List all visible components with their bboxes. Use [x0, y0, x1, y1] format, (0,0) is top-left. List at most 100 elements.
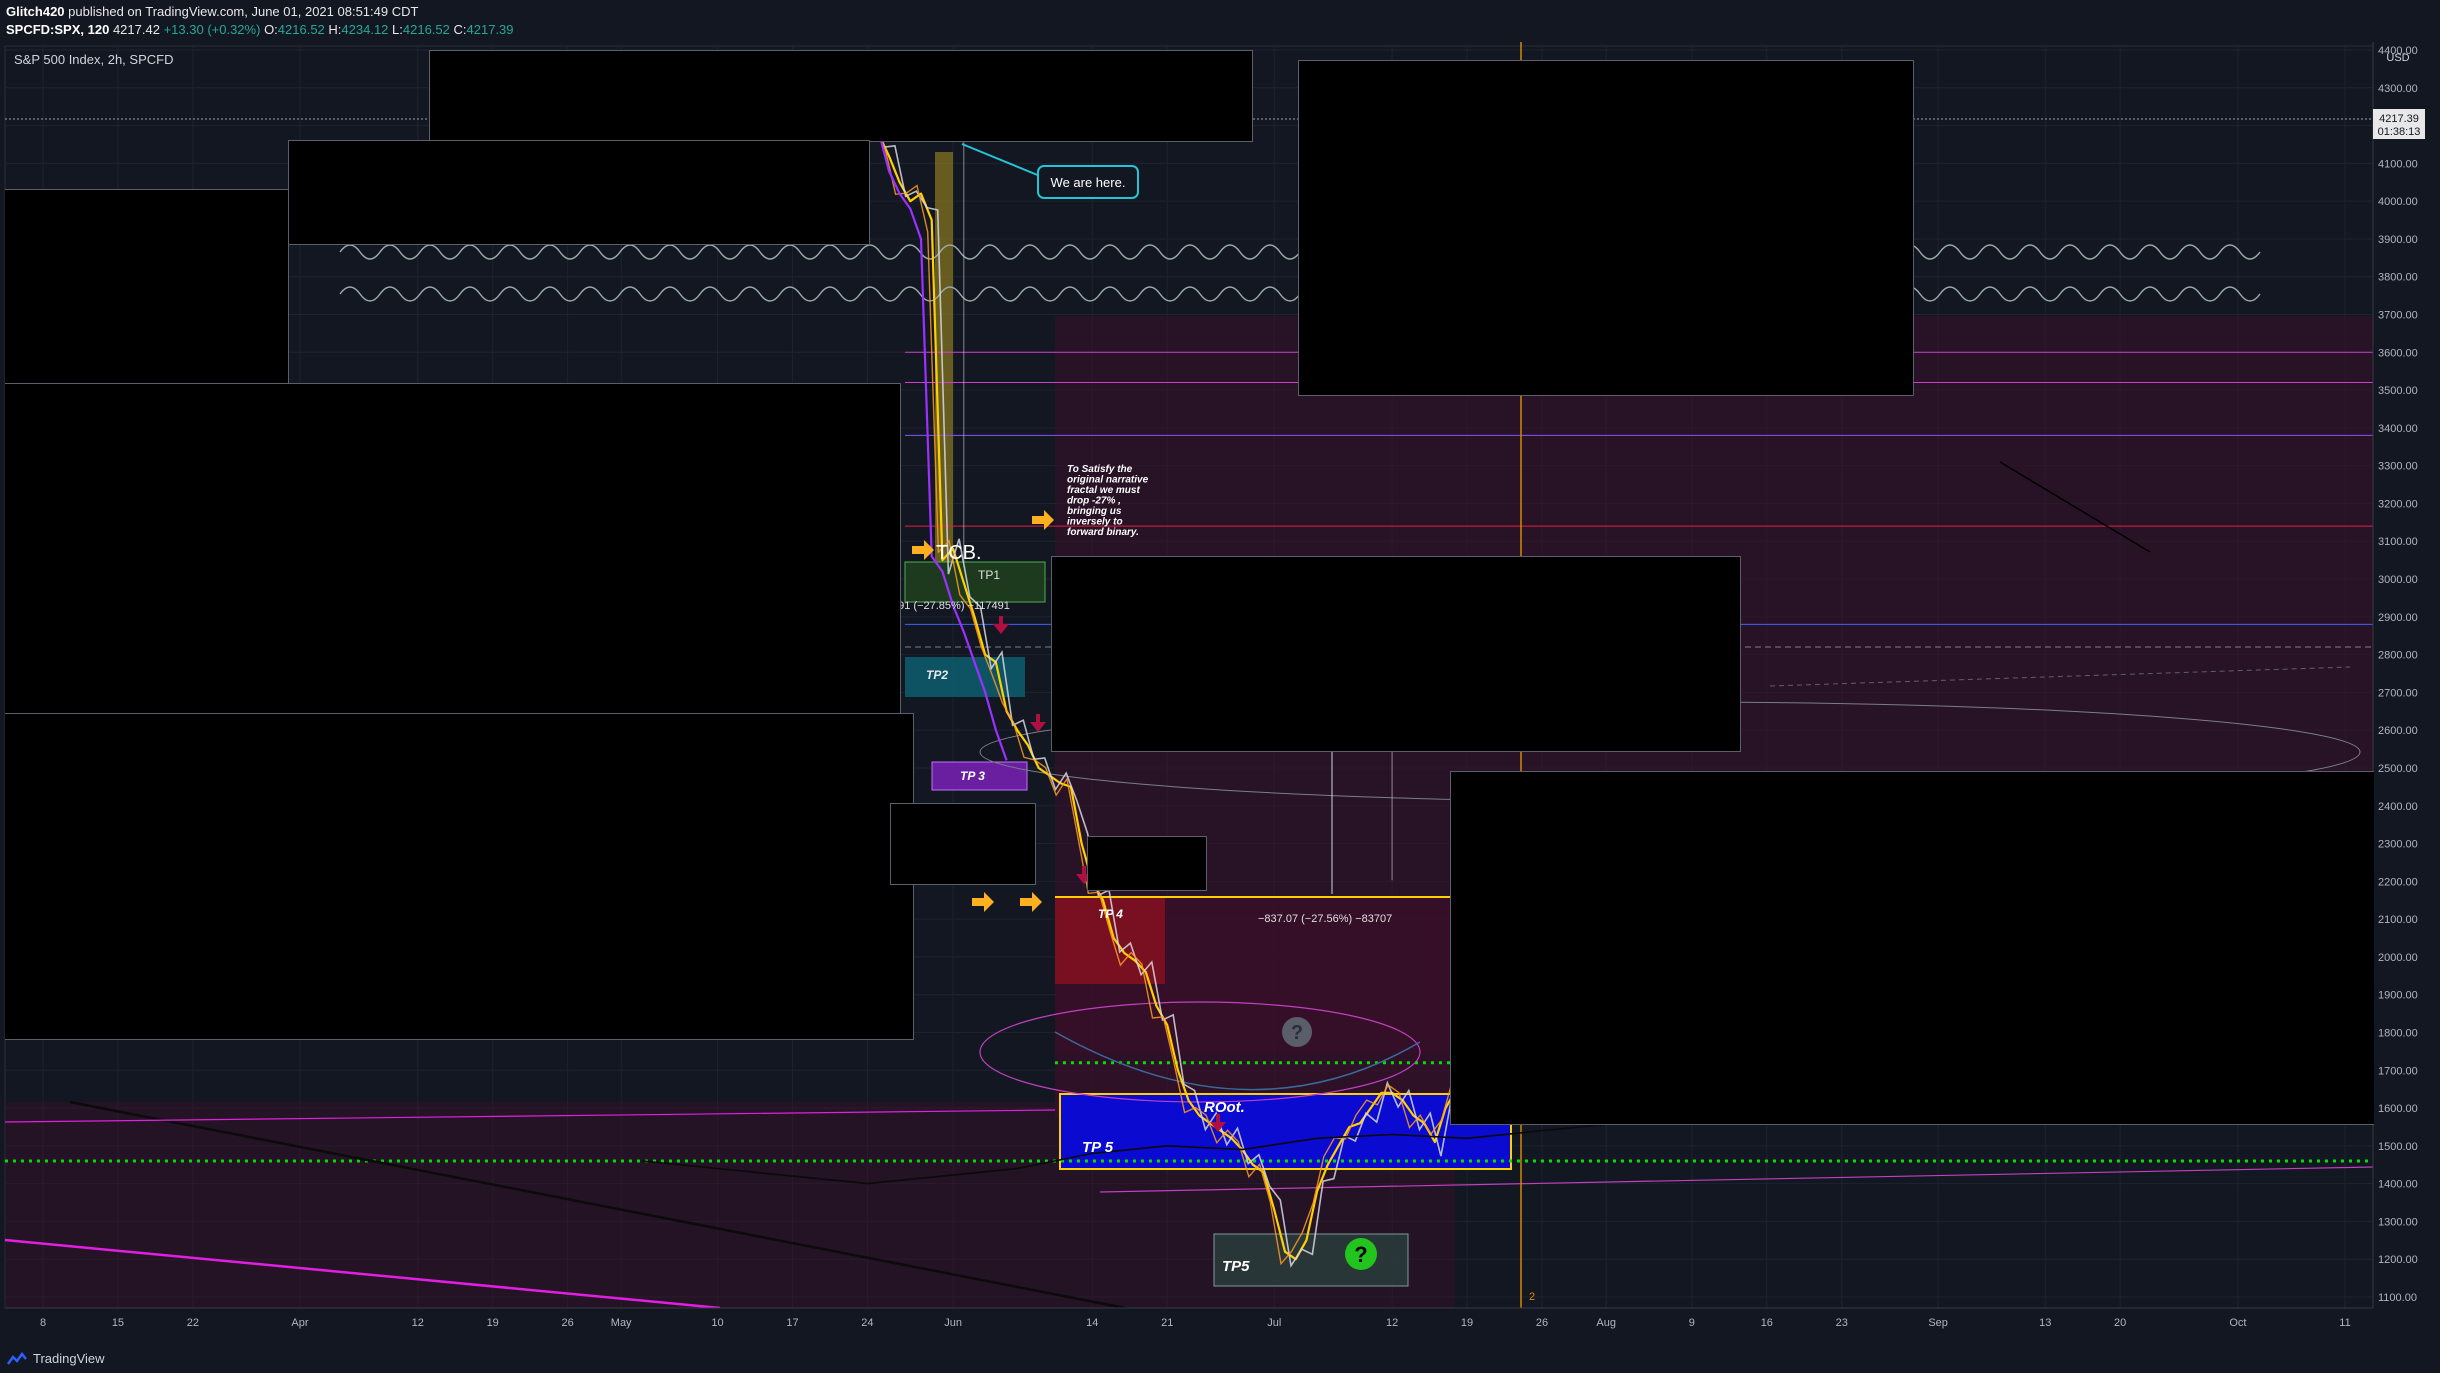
price-tick-label: 3500.00 — [2378, 385, 2418, 397]
tp4-label: TP 4 — [1098, 907, 1123, 921]
redaction-box — [890, 803, 1036, 885]
question-mark-faded: ? — [1291, 1022, 1303, 1044]
narrative-line: forward binary. — [1067, 527, 1139, 538]
price-tick-label: 1800.00 — [2378, 1027, 2418, 1039]
price-tick-label: 4100.00 — [2378, 158, 2418, 170]
time-tick-label: 8 — [40, 1317, 46, 1329]
bar-countdown: 01:38:13 — [2378, 126, 2421, 138]
last-price-value: 4217.39 — [2379, 113, 2419, 125]
tradingview-brand[interactable]: TradingView — [6, 1351, 105, 1366]
time-tick-label: 13 — [2039, 1317, 2051, 1329]
price-tick-label: 3800.00 — [2378, 272, 2418, 284]
tp5-box — [1059, 1093, 1512, 1170]
price-tick-label: 3400.00 — [2378, 423, 2418, 435]
time-tick-label: 22 — [187, 1317, 199, 1329]
time-tick-label: 20 — [2114, 1317, 2126, 1329]
narrative-line: original narrative — [1067, 475, 1149, 486]
price-tick-label: 3100.00 — [2378, 536, 2418, 548]
narrative-line: To Satisfy the — [1067, 464, 1133, 475]
open-value: 4216.52 — [277, 22, 325, 37]
time-tick-label: 26 — [562, 1317, 574, 1329]
price-tick-label: 2300.00 — [2378, 839, 2418, 851]
redaction-box — [288, 140, 870, 245]
price-tick-label: 2500.00 — [2378, 763, 2418, 775]
price-tick-label: 4300.00 — [2378, 83, 2418, 95]
symbol-change: +13.30 (+0.32%) — [163, 22, 261, 37]
tcb-label: TCB. — [936, 542, 982, 564]
price-tick-label: 1300.00 — [2378, 1216, 2418, 1228]
price-tick-label: 1500.00 — [2378, 1141, 2418, 1153]
redaction-box — [1087, 836, 1207, 891]
price-tick-label: 3300.00 — [2378, 461, 2418, 473]
symbol-name[interactable]: SPCFD:SPX, 120 — [6, 22, 109, 37]
redaction-box — [5, 383, 901, 715]
price-tick-label: 2800.00 — [2378, 650, 2418, 662]
redaction-box — [1450, 771, 2374, 1125]
time-tick-label: Jun — [944, 1317, 962, 1329]
price-tick-label: 3600.00 — [2378, 347, 2418, 359]
tp5-lower-label: TP5 — [1222, 1258, 1250, 1275]
price-tick-label: 2000.00 — [2378, 952, 2418, 964]
time-tick-label: 16 — [1761, 1317, 1773, 1329]
published-text: published on TradingView.com, June 01, 2… — [68, 4, 419, 19]
price-tick-label: 1900.00 — [2378, 990, 2418, 1002]
time-tick-label: 12 — [1386, 1317, 1398, 1329]
price-tick-label: 3200.00 — [2378, 498, 2418, 510]
time-tick-label: 21 — [1161, 1317, 1173, 1329]
close-value: 4217.39 — [466, 22, 514, 37]
author-name[interactable]: Glitch420 — [6, 4, 65, 19]
time-tick-label: 11 — [2339, 1317, 2350, 1329]
low-label: L: — [392, 22, 403, 37]
symbol-info: SPCFD:SPX, 120 4217.42 +13.30 (+0.32%) O… — [6, 22, 514, 37]
chart-title[interactable]: S&P 500 Index, 2h, SPCFD — [14, 52, 173, 67]
tp1-box — [904, 561, 1046, 603]
publish-info: Glitch420 published on TradingView.com, … — [6, 4, 418, 19]
time-tick-label: Oct — [2229, 1317, 2246, 1329]
high-label: H: — [328, 22, 342, 37]
time-tick-label: 15 — [112, 1317, 124, 1329]
narrative-line: bringing us — [1067, 506, 1122, 517]
open-label: O: — [264, 22, 278, 37]
redaction-box — [1051, 556, 1741, 752]
low-value: 4216.52 — [402, 22, 450, 37]
tradingview-logo-icon — [6, 1351, 27, 1365]
close-label: C: — [453, 22, 467, 37]
price-tick-label: 2100.00 — [2378, 914, 2418, 926]
root-label: ROot. — [1204, 1099, 1245, 1116]
price-tick-label: 2600.00 — [2378, 725, 2418, 737]
time-axis[interactable] — [0, 1308, 2440, 1346]
price-tick-label: 4000.00 — [2378, 196, 2418, 208]
time-tick-label: 26 — [1536, 1317, 1548, 1329]
footer-bar: TradingView — [0, 1346, 2440, 1373]
redaction-box — [5, 713, 914, 1040]
time-tick-label: Apr — [291, 1317, 308, 1329]
price-tick-label: 1400.00 — [2378, 1179, 2418, 1191]
price-tick-label: 3900.00 — [2378, 234, 2418, 246]
redaction-box — [5, 189, 289, 385]
time-tick-label: May — [611, 1317, 632, 1329]
price-tick-label: 2400.00 — [2378, 801, 2418, 813]
price-tick-label: 3000.00 — [2378, 574, 2418, 586]
narrative-line: fractal we must — [1067, 485, 1140, 496]
tp2-label: TP2 — [926, 668, 948, 682]
time-tick-label: Aug — [1596, 1317, 1616, 1329]
time-tick-label: Jul — [1267, 1317, 1281, 1329]
price-tick-label: 3700.00 — [2378, 310, 2418, 322]
question-mark: ? — [1354, 1242, 1367, 1267]
narrative-line: inversely to — [1067, 517, 1123, 528]
tp3-label: TP 3 — [960, 769, 985, 783]
time-tick-label: 19 — [487, 1317, 499, 1329]
marker-2-label: 2 — [1529, 1291, 1535, 1303]
time-tick-label: 23 — [1836, 1317, 1848, 1329]
tp5-label: TP 5 — [1082, 1139, 1114, 1156]
time-tick-label: 12 — [412, 1317, 424, 1329]
brand-name: TradingView — [33, 1351, 105, 1366]
redaction-box — [429, 50, 1253, 142]
price-tick-label: 1100.00 — [2378, 1292, 2417, 1304]
time-tick-label: 14 — [1086, 1317, 1098, 1329]
time-tick-label: 24 — [861, 1317, 873, 1329]
time-tick-label: Sep — [1928, 1317, 1948, 1329]
time-tick-label: 17 — [786, 1317, 798, 1329]
price-tick-label: 1700.00 — [2378, 1065, 2418, 1077]
currency-label: USD — [2386, 52, 2409, 64]
